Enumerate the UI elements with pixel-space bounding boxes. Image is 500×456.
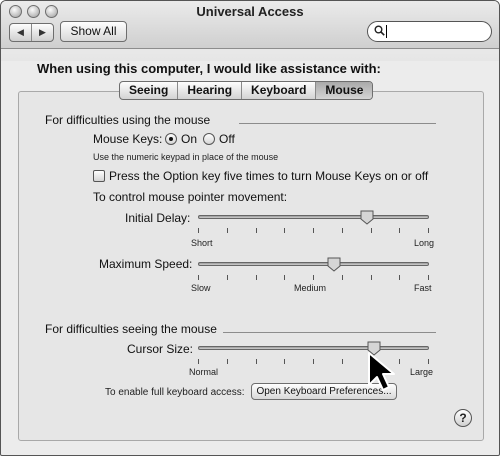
slider-tick	[342, 228, 343, 233]
tab-hearing[interactable]: Hearing	[178, 82, 243, 99]
cursor-size-min-label: Normal	[189, 367, 219, 377]
large-arrow-cursor-icon	[368, 352, 395, 391]
search-icon	[374, 25, 385, 39]
right-arrow-icon[interactable]: ▶	[32, 24, 53, 41]
section-divider	[223, 332, 436, 333]
slider-tick	[428, 275, 429, 280]
slider-tick	[256, 228, 257, 233]
text-caret	[386, 25, 387, 38]
slider-tick	[342, 359, 343, 364]
slider-tick	[371, 228, 372, 233]
slider-tick	[313, 275, 314, 280]
slider-tick	[227, 228, 228, 233]
keyboard-access-label: To enable full keyboard access:	[105, 387, 245, 398]
assistance-prompt: When using this computer, I would like a…	[37, 61, 381, 76]
slider-tick	[428, 359, 429, 364]
initial-delay-min-label: Short	[191, 238, 213, 248]
slider-tick	[342, 275, 343, 280]
tab-mouse[interactable]: Mouse	[316, 82, 373, 99]
slider-tick	[313, 228, 314, 233]
pointer-control-label: To control mouse pointer movement:	[93, 190, 288, 204]
max-speed-mid-label: Medium	[294, 283, 327, 293]
mouse-keys-off-radio[interactable]	[203, 133, 215, 145]
max-speed-slider-thumb[interactable]	[327, 257, 341, 272]
help-button[interactable]: ?	[454, 409, 472, 427]
option-key-label: Press the Option key five times to turn …	[109, 169, 429, 183]
mouse-keys-off-label: Off	[219, 132, 235, 146]
slider-tick	[428, 228, 429, 233]
slider-tick	[284, 275, 285, 280]
max-speed-label: Maximum Speed:	[99, 257, 193, 271]
max-speed-max-label: Fast	[414, 283, 432, 293]
mouse-keys-label: Mouse Keys:	[93, 132, 163, 146]
slider-tick	[313, 359, 314, 364]
mouse-keys-on-radio[interactable]	[165, 133, 177, 145]
slider-tick	[399, 359, 400, 364]
tab-keyboard[interactable]: Keyboard	[242, 82, 317, 99]
max-speed-min-label: Slow	[191, 283, 211, 293]
mouse-difficulties-heading: For difficulties using the mouse	[45, 113, 211, 127]
search-field[interactable]	[367, 21, 492, 42]
initial-delay-slider-thumb[interactable]	[360, 210, 374, 225]
title-bar: Universal Access ◀ ▶ Show All	[1, 1, 499, 49]
tab-seeing[interactable]: Seeing	[120, 82, 179, 99]
option-key-checkbox[interactable]	[93, 170, 105, 182]
cursor-size-track	[198, 346, 429, 350]
category-tabs: Seeing Hearing Keyboard Mouse	[119, 81, 374, 100]
initial-delay-max-label: Long	[414, 238, 435, 248]
slider-tick	[399, 228, 400, 233]
mouse-keys-hint: Use the numeric keypad in place of the m…	[93, 152, 279, 162]
slider-tick	[399, 275, 400, 280]
universal-access-window: Universal Access ◀ ▶ Show All When using…	[0, 0, 500, 456]
slider-tick	[284, 359, 285, 364]
seeing-difficulties-heading: For difficulties seeing the mouse	[45, 322, 217, 336]
mouse-keys-on-label: On	[181, 132, 198, 146]
slider-tick	[198, 228, 199, 233]
section-divider	[239, 123, 436, 124]
max-speed-track	[198, 262, 429, 266]
window-title: Universal Access	[196, 4, 304, 19]
slider-tick	[256, 275, 257, 280]
show-all-button[interactable]: Show All	[60, 21, 127, 42]
slider-tick	[227, 275, 228, 280]
initial-delay-track	[198, 215, 429, 219]
slider-tick	[256, 359, 257, 364]
slider-tick	[198, 359, 199, 364]
back-forward-control: ◀ ▶	[9, 23, 54, 42]
left-arrow-icon[interactable]: ◀	[10, 24, 32, 41]
slider-tick	[198, 275, 199, 280]
initial-delay-label: Initial Delay:	[125, 211, 191, 225]
slider-tick	[284, 228, 285, 233]
cursor-size-label: Cursor Size:	[127, 342, 194, 356]
cursor-size-max-label: Large	[410, 367, 434, 377]
slider-tick	[227, 359, 228, 364]
slider-tick	[371, 275, 372, 280]
